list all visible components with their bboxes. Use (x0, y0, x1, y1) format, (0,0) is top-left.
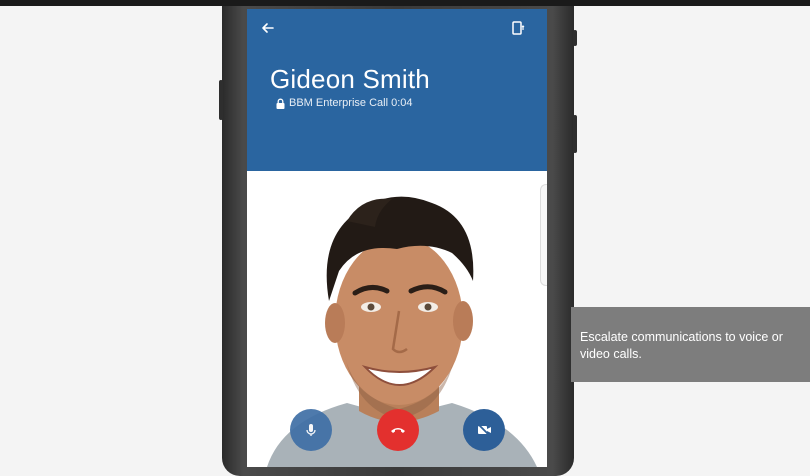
caption-text: Escalate communications to voice or vide… (580, 330, 783, 361)
caller-name: Gideon Smith (270, 64, 430, 94)
phone-side-button (573, 30, 577, 46)
call-status-text: BBM Enterprise Call 0:04 (289, 97, 413, 109)
call-status: BBM Enterprise Call 0:04 (275, 97, 413, 109)
phone-side-button (219, 80, 223, 120)
video-off-icon (477, 423, 491, 437)
microphone-icon (306, 424, 316, 436)
mute-button[interactable] (290, 409, 332, 451)
lock-icon (276, 98, 285, 109)
arrow-left-icon[interactable] (259, 19, 277, 37)
feature-caption: Escalate communications to voice or vide… (571, 307, 810, 382)
switch-device-icon[interactable] (509, 19, 527, 37)
end-call-button[interactable] (377, 409, 419, 451)
video-toggle-button[interactable] (463, 409, 505, 451)
side-panel-handle[interactable] (540, 184, 547, 286)
call-header: Gideon Smith BBM Enterprise Call 0:04 (247, 9, 547, 171)
phone-screen: Gideon Smith BBM Enterprise Call 0:04 (247, 9, 547, 467)
phone-side-button (573, 115, 577, 153)
end-call-icon (391, 428, 405, 433)
